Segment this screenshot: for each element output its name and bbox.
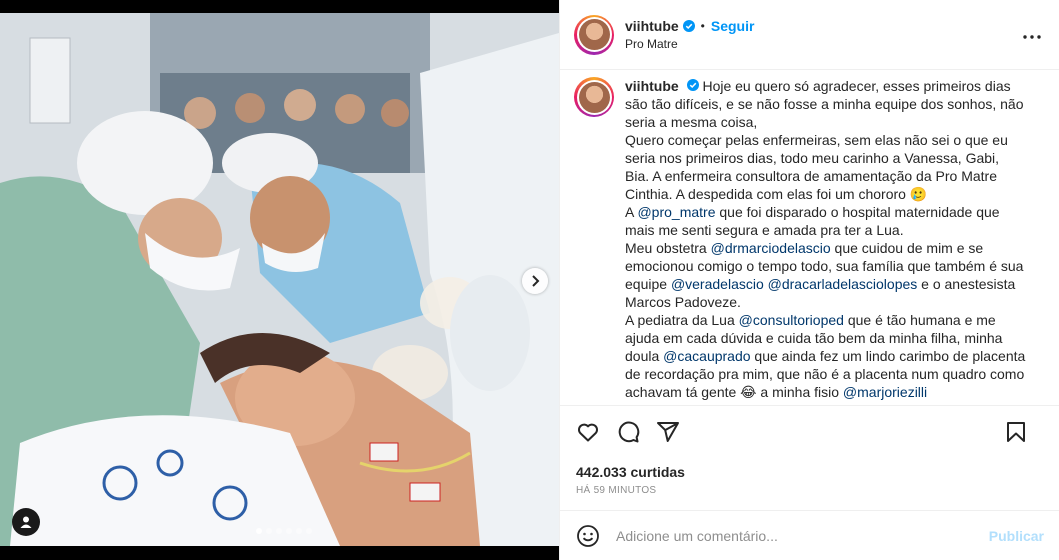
separator-dot: •	[700, 19, 705, 33]
hospital-birth-photo	[0, 13, 559, 546]
carousel-dot	[276, 528, 282, 534]
like-button[interactable]	[576, 420, 600, 444]
emoji-icon	[577, 524, 599, 547]
verified-badge-icon	[686, 79, 699, 91]
publish-button[interactable]: Publicar	[989, 528, 1044, 544]
caption-text-segment: Hoje eu quero só agradecer, esses primei…	[625, 78, 1024, 130]
caption-text-segment: Meu obstetra	[625, 240, 711, 256]
post-caption: viihtube Hoje eu quero só agradecer, ess…	[625, 77, 1027, 405]
carousel-dot	[256, 528, 262, 534]
heart-icon	[578, 423, 598, 442]
caption-mention-link[interactable]: @dracarladelasciolopes	[768, 276, 918, 292]
carousel-next-button[interactable]	[522, 268, 548, 294]
more-options-icon	[1023, 35, 1041, 39]
comment-bar: Publicar	[560, 510, 1059, 560]
caption-section: viihtube Hoje eu quero só agradecer, ess…	[560, 71, 1059, 405]
caption-avatar[interactable]	[574, 77, 614, 117]
author-username[interactable]: viihtube	[625, 18, 679, 34]
verified-badge-icon	[682, 20, 695, 32]
caption-text-segment: A pediatra da Lua	[625, 312, 739, 328]
carousel-dot	[286, 528, 292, 534]
emoji-button[interactable]	[576, 524, 600, 548]
share-icon	[657, 422, 679, 442]
caption-mention-link[interactable]: @drmarciodelascio	[711, 240, 831, 256]
chevron-right-icon	[532, 275, 540, 287]
bookmark-icon	[1007, 422, 1025, 442]
post-timestamp[interactable]: HÁ 59 MINUTOS	[560, 480, 1059, 496]
post-side-panel: viihtube • Seguir Pro Matre viihtube Hoj…	[559, 0, 1059, 560]
save-button[interactable]	[1004, 420, 1028, 444]
caption-text-segment: A	[625, 204, 638, 220]
post-photo[interactable]	[0, 13, 559, 546]
carousel-indicator	[256, 528, 312, 534]
user-tag-icon	[20, 516, 32, 528]
caption-mention-link[interactable]: @marjoriezilli	[843, 384, 927, 400]
share-button[interactable]	[656, 420, 680, 444]
more-options-button[interactable]	[1023, 26, 1041, 44]
post-media	[0, 0, 559, 560]
caption-username[interactable]: viihtube	[625, 78, 679, 94]
user-tag-button[interactable]	[12, 508, 40, 536]
caption-mention-link[interactable]: @cacauprado	[663, 348, 750, 364]
carousel-dot	[296, 528, 302, 534]
comment-icon	[618, 421, 640, 443]
caption-text: Hoje eu quero só agradecer, esses primei…	[625, 78, 1025, 400]
post-header: viihtube • Seguir Pro Matre	[560, 0, 1059, 70]
caption-mention-link[interactable]: @veradelascio	[671, 276, 764, 292]
comment-button[interactable]	[616, 420, 640, 444]
likes-count[interactable]: 442.033 curtidas	[560, 444, 1059, 480]
post-actions: 442.033 curtidas HÁ 59 MINUTOS	[560, 405, 1059, 515]
carousel-dot	[306, 528, 312, 534]
caption-mention-link[interactable]: @consultorioped	[739, 312, 844, 328]
follow-button[interactable]: Seguir	[711, 18, 755, 34]
caption-text-segment: Quero começar pelas enfermeiras, sem ela…	[625, 132, 1008, 202]
carousel-dot	[266, 528, 272, 534]
post-location[interactable]: Pro Matre	[625, 37, 754, 51]
comment-input[interactable]	[616, 527, 989, 544]
caption-mention-link[interactable]: @pro_matre	[637, 204, 715, 220]
avatar[interactable]	[574, 14, 614, 55]
